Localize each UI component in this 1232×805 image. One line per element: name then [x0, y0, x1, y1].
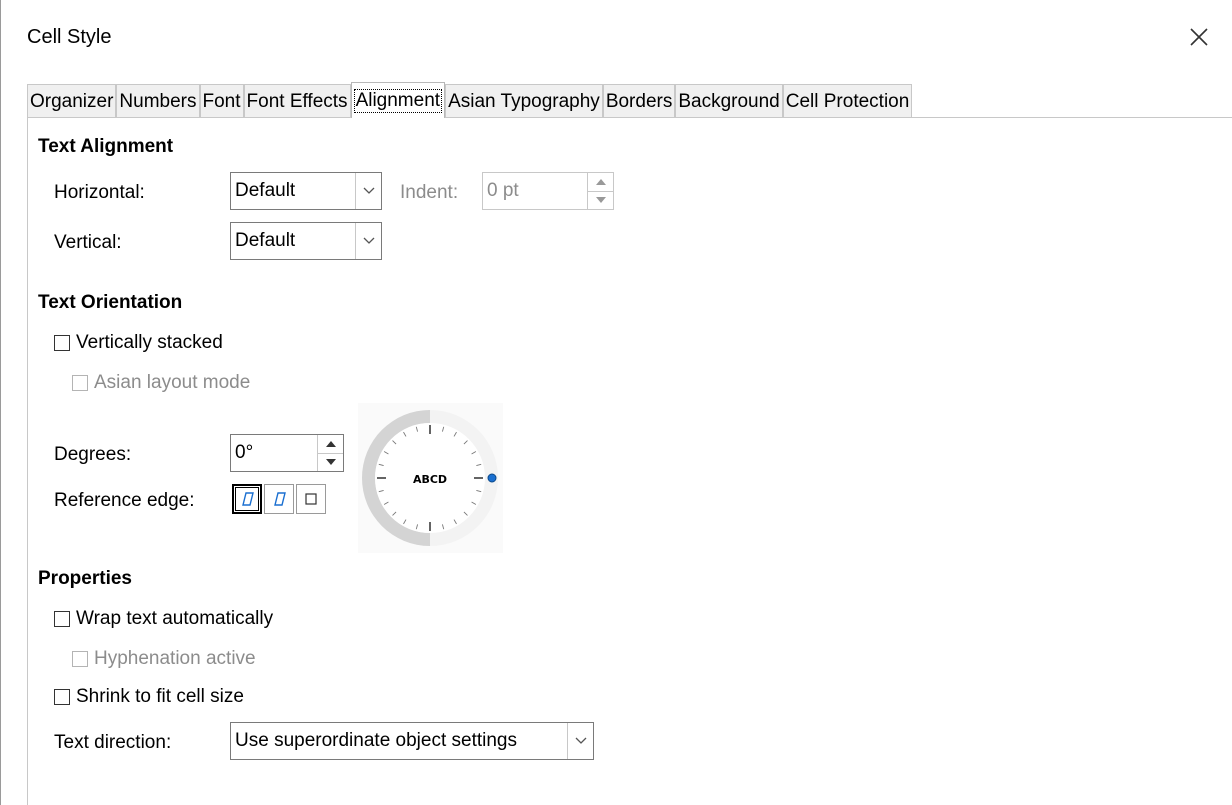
- tab-asian-typography[interactable]: Asian Typography: [445, 84, 603, 118]
- chevron-down-icon: [355, 223, 381, 259]
- chevron-down-icon: [355, 173, 381, 209]
- reference-edge-label: Reference edge:: [54, 490, 195, 511]
- tab-font[interactable]: Font: [199, 84, 244, 118]
- checkbox-box: [54, 335, 70, 351]
- spin-up-icon[interactable]: [588, 173, 613, 191]
- degrees-input[interactable]: [231, 435, 317, 471]
- vertical-select[interactable]: Default: [230, 222, 382, 260]
- tab-cell-protection[interactable]: Cell Protection: [782, 84, 913, 118]
- wrap-text-checkbox[interactable]: Wrap text automatically: [54, 608, 273, 630]
- tab-font-effects[interactable]: Font Effects: [243, 84, 351, 118]
- text-direction-select[interactable]: Use superordinate object settings: [230, 722, 594, 760]
- indent-label: Indent:: [400, 182, 459, 203]
- title-bar: Cell Style: [1, 0, 1232, 76]
- dial-handle[interactable]: [487, 473, 497, 483]
- cell-style-dialog: Cell Style Organizer Numbers Font Font E…: [0, 0, 1232, 805]
- vertical-label: Vertical:: [54, 232, 122, 253]
- spin-up-icon[interactable]: [318, 435, 343, 453]
- checkbox-box: [54, 611, 70, 627]
- horizontal-label: Horizontal:: [54, 182, 145, 203]
- properties-heading: Properties: [38, 568, 132, 589]
- tab-alignment[interactable]: Alignment: [350, 82, 446, 118]
- spin-down-icon[interactable]: [318, 452, 343, 472]
- close-button[interactable]: [1176, 14, 1222, 60]
- hyphenation-checkbox[interactable]: Hyphenation active: [72, 648, 256, 670]
- close-icon: [1190, 28, 1208, 46]
- indent-input[interactable]: [483, 173, 587, 209]
- alignment-panel: Text Alignment Horizontal: Default Inden…: [27, 117, 1232, 805]
- degrees-spinner[interactable]: [230, 434, 344, 472]
- text-alignment-heading: Text Alignment: [38, 136, 174, 157]
- tab-borders[interactable]: Borders: [602, 84, 676, 118]
- shrink-to-fit-checkbox[interactable]: Shrink to fit cell size: [54, 686, 244, 708]
- text-direction-label: Text direction:: [54, 732, 172, 753]
- reference-edge-bottom-button[interactable]: [232, 484, 262, 514]
- tab-bar: Organizer Numbers Font Font Effects Alig…: [27, 82, 913, 118]
- vertical-value: Default: [235, 230, 296, 251]
- spin-down-icon[interactable]: [588, 190, 613, 210]
- dialog-title: Cell Style: [27, 26, 112, 48]
- tab-organizer[interactable]: Organizer: [27, 84, 117, 118]
- edge-bottom-icon: [242, 492, 254, 506]
- text-orientation-heading: Text Orientation: [38, 292, 183, 313]
- tab-background[interactable]: Background: [675, 84, 783, 118]
- asian-layout-mode-checkbox[interactable]: Asian layout mode: [72, 372, 250, 394]
- edge-top-icon: [274, 492, 286, 506]
- checkbox-box: [54, 689, 70, 705]
- edge-inside-icon: [305, 493, 317, 505]
- tab-numbers[interactable]: Numbers: [116, 84, 200, 118]
- degrees-label: Degrees:: [54, 444, 132, 465]
- indent-spinner[interactable]: [482, 172, 614, 210]
- reference-edge-inside-button[interactable]: [296, 484, 326, 514]
- horizontal-select[interactable]: Default: [230, 172, 382, 210]
- rotation-dial[interactable]: ABCD: [358, 403, 503, 553]
- checkbox-box: [72, 375, 88, 391]
- text-direction-value: Use superordinate object settings: [235, 730, 517, 751]
- vertically-stacked-checkbox[interactable]: Vertically stacked: [54, 332, 223, 354]
- horizontal-value: Default: [235, 180, 296, 201]
- checkbox-box: [72, 651, 88, 667]
- chevron-down-icon: [567, 723, 593, 759]
- reference-edge-top-button[interactable]: [264, 484, 294, 514]
- dial-text: ABCD: [413, 473, 447, 486]
